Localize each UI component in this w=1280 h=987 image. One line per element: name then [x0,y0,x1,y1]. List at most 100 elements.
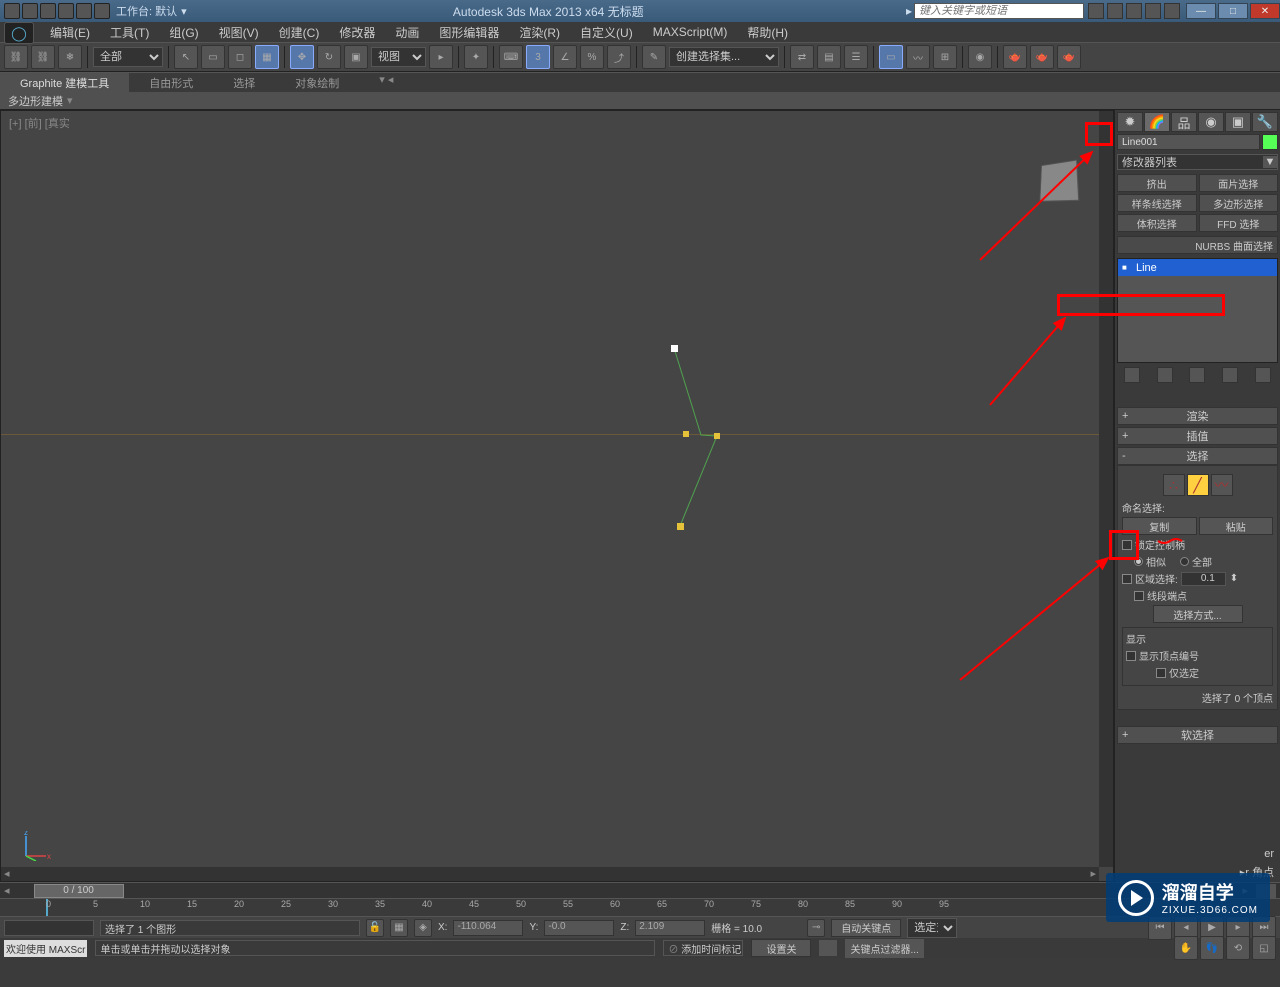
select-object-icon[interactable]: ↖ [174,45,198,69]
menu-edit[interactable]: 编辑(E) [40,24,100,41]
infocenter-search-icon[interactable] [1088,3,1104,19]
viewcube[interactable] [1039,160,1079,202]
search-input[interactable] [914,3,1084,19]
mod-spline-select[interactable]: 样条线选择 [1117,194,1197,212]
show-vnum-checkbox[interactable] [1126,651,1136,661]
viewport-label[interactable]: [+] [前] [真实 [9,115,70,131]
modifier-stack[interactable]: Line [1117,258,1278,363]
ref-coord-system[interactable]: 视图 [371,47,426,67]
render-setup-icon[interactable]: 🫖 [1003,45,1027,69]
area-select-spinner[interactable]: 0.1 [1181,572,1226,586]
menu-modifiers[interactable]: 修改器 [329,24,385,41]
select-by-button[interactable]: 选择方式... [1153,605,1243,623]
qat-save-icon[interactable] [40,3,56,19]
similar-radio[interactable] [1134,557,1143,566]
all-radio[interactable] [1180,557,1189,566]
timeline-ruler[interactable]: 05101520253035404550556065707580859095 [0,898,1280,916]
nav-orbit-icon[interactable]: ⟲ [1226,936,1250,960]
percent-snap-icon[interactable]: % [580,45,604,69]
abs-rel-icon[interactable]: ◈ [414,919,432,937]
rollout-soft-select[interactable]: +软选择 [1117,726,1278,744]
menu-tools[interactable]: 工具(T) [100,24,159,41]
menu-animation[interactable]: 动画 [385,24,429,41]
rollout-interp[interactable]: +插值 [1117,427,1278,445]
qat-undo-icon[interactable] [58,3,74,19]
nav-pan-icon[interactable]: ✋ [1174,936,1198,960]
h-scrollbar[interactable]: ◂▸ [1,867,1099,881]
only-selected-checkbox[interactable] [1156,668,1166,678]
edit-named-sel-icon[interactable]: ✎ [642,45,666,69]
autokey-button[interactable]: 自动关键点 [831,919,901,937]
selection-filter[interactable]: 全部 [93,47,163,67]
qat-new-icon[interactable] [4,3,20,19]
mod-extrude[interactable]: 挤出 [1117,174,1197,192]
menu-customize[interactable]: 自定义(U) [570,24,643,41]
y-coord[interactable]: -0.0 [544,920,614,936]
tab-graphite[interactable]: Graphite 建模工具 [0,73,129,92]
snap-toggle-icon[interactable]: 3 [526,45,550,69]
minimize-button[interactable]: — [1186,3,1216,19]
menu-create[interactable]: 创建(C) [269,24,330,41]
align-icon[interactable]: ▤ [817,45,841,69]
select-rotate-icon[interactable]: ↻ [317,45,341,69]
menu-help[interactable]: 帮助(H) [737,24,798,41]
material-editor-icon[interactable]: ◉ [968,45,992,69]
tab-selection[interactable]: 选择 [213,73,275,92]
display-tab[interactable]: ▣ [1225,112,1251,132]
x-coord[interactable]: -110.064 [453,920,523,936]
hierarchy-tab[interactable]: 品 [1171,112,1197,132]
keyboard-shortcut-icon[interactable]: ⌨ [499,45,523,69]
mirror-icon[interactable]: ⇄ [790,45,814,69]
v-scrollbar[interactable] [1099,111,1113,867]
key-filters-button[interactable]: 关键点过滤器... [845,939,923,958]
select-move-icon[interactable]: ✥ [290,45,314,69]
time-slider-thumb[interactable]: 0 / 100 [34,884,124,898]
menu-maxscript[interactable]: MAXScript(M) [643,25,738,39]
pivot-center-icon[interactable]: ▸ [429,45,453,69]
named-selection-sets[interactable]: 创建选择集... [669,47,779,67]
window-crossing-icon[interactable]: ▦ [255,45,279,69]
utilities-tab[interactable]: 🔧 [1252,112,1278,132]
configure-sets-icon[interactable] [1255,367,1271,383]
tab-objectpaint[interactable]: 对象绘制 [275,73,359,92]
mod-vol-select[interactable]: 体积选择 [1117,214,1197,232]
curve-editor-icon[interactable]: 〰 [906,45,930,69]
modify-tab[interactable]: 🌈 [1144,112,1170,132]
mod-patch-select[interactable]: 面片选择 [1199,174,1279,192]
select-manipulate-icon[interactable]: ✦ [464,45,488,69]
isolate-icon[interactable]: ▦ [390,919,408,937]
app-menu-button[interactable]: ◯ [4,22,34,44]
motion-tab[interactable]: ◉ [1198,112,1224,132]
infocenter-fav-icon[interactable] [1145,3,1161,19]
layers-icon[interactable]: ☰ [844,45,868,69]
mod-ffd-select[interactable]: FFD 选择 [1199,214,1279,232]
workspace-label[interactable]: 工作台: 默认 [116,3,177,19]
tab-freeform[interactable]: 自由形式 [129,73,213,92]
nav-max-toggle-icon[interactable]: ◱ [1252,936,1276,960]
object-color-swatch[interactable] [1262,134,1278,150]
key-icon[interactable]: ⊸ [807,919,825,937]
menu-grapheditors[interactable]: 图形编辑器 [429,24,509,41]
menu-views[interactable]: 视图(V) [209,24,269,41]
infocenter-comm-icon[interactable] [1126,3,1142,19]
key-big-icon[interactable] [819,940,837,956]
create-tab[interactable]: ✹ [1117,112,1143,132]
rollout-render[interactable]: +渲染 [1117,407,1278,425]
qat-project-icon[interactable] [94,3,110,19]
select-scale-icon[interactable]: ▣ [344,45,368,69]
spinner-snap-icon[interactable]: ⤴ [607,45,631,69]
seg-end-checkbox[interactable] [1134,591,1144,601]
infocenter-help-icon[interactable] [1164,3,1180,19]
z-coord[interactable]: 2.109 [635,920,705,936]
mod-poly-select[interactable]: 多边形选择 [1199,194,1279,212]
close-button[interactable]: ✕ [1250,3,1280,19]
ribbon-panel-label[interactable]: 多边形建模 [8,93,63,109]
menu-rendering[interactable]: 渲染(R) [509,24,570,41]
time-tag[interactable]: ⊘ 添加时间标记 [663,940,743,956]
make-unique-icon[interactable] [1189,367,1205,383]
nav-walk-icon[interactable]: 👣 [1200,936,1224,960]
qat-redo-icon[interactable] [76,3,92,19]
modifier-list-dropdown[interactable]: 修改器列表▼ [1117,154,1278,170]
pin-stack-icon[interactable] [1124,367,1140,383]
subobj-vertex-icon[interactable]: ∴ [1163,474,1185,496]
